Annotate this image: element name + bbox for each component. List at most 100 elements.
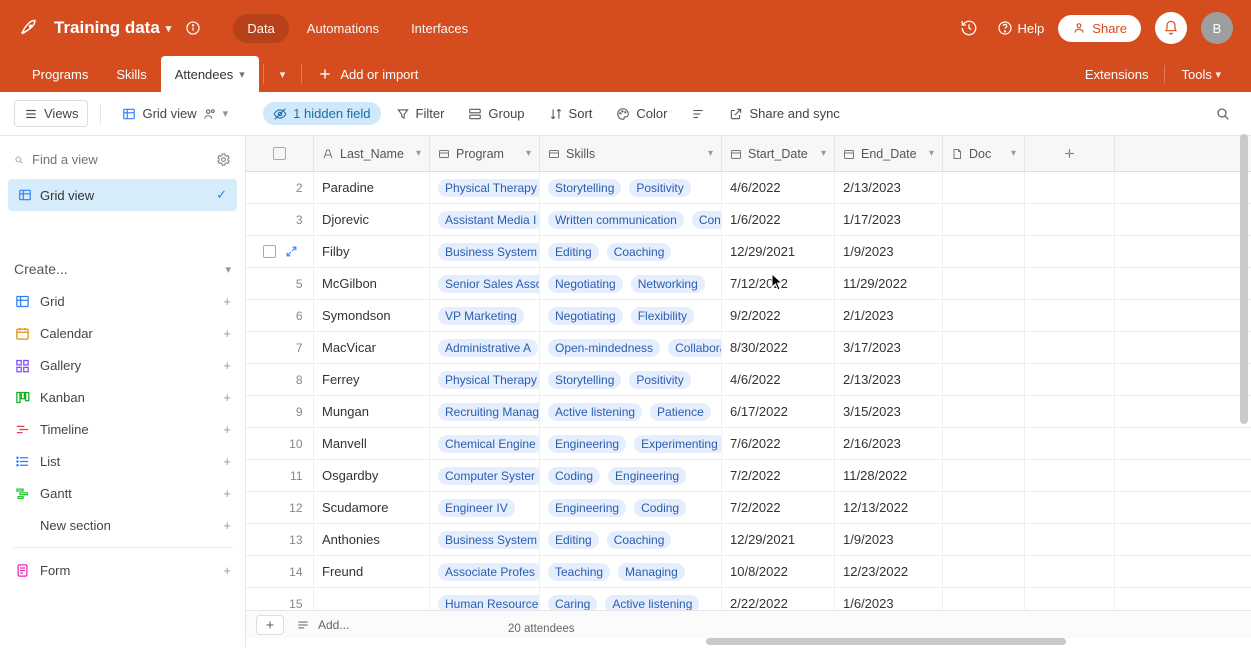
start-date-cell[interactable]: 10/8/2022 (722, 556, 835, 587)
row-number-cell[interactable] (246, 236, 314, 267)
program-cell[interactable]: Business System (430, 236, 540, 267)
end-date-cell[interactable]: 1/6/2023 (835, 588, 943, 610)
add-column-button[interactable] (1025, 136, 1115, 171)
select-all-column[interactable] (246, 136, 314, 171)
start-date-cell[interactable]: 12/29/2021 (722, 236, 835, 267)
history-icon[interactable] (955, 14, 983, 42)
doc-cell[interactable] (943, 396, 1025, 427)
doc-cell[interactable] (943, 492, 1025, 523)
last-name-cell[interactable]: Djorevic (314, 204, 430, 235)
program-cell[interactable]: Human Resource (430, 588, 540, 610)
create-kanban[interactable]: Kanban+ (0, 381, 245, 413)
start-date-cell[interactable]: 7/12/2022 (722, 268, 835, 299)
help-button[interactable]: Help (997, 20, 1045, 36)
row-number-cell[interactable]: 5 (246, 268, 314, 299)
last-name-cell[interactable]: Mungan (314, 396, 430, 427)
skills-cell[interactable]: StorytellingPositivity (540, 172, 722, 203)
create-timeline[interactable]: Timeline+ (0, 413, 245, 445)
start-date-cell[interactable]: 1/6/2022 (722, 204, 835, 235)
program-cell[interactable]: Assistant Media I (430, 204, 540, 235)
row-height-button[interactable] (682, 102, 714, 126)
find-view[interactable] (0, 146, 245, 173)
table-row[interactable]: 15 Human Resource CaringActive listening… (246, 588, 1251, 610)
column-last-name[interactable]: Last_Name▾ (314, 136, 430, 171)
column-start-date[interactable]: Start_Date▾ (722, 136, 835, 171)
add-dropdown-button[interactable]: Add... (296, 618, 349, 632)
table-row[interactable]: 7 MacVicar Administrative A Open-mindedn… (246, 332, 1251, 364)
doc-cell[interactable] (943, 268, 1025, 299)
last-name-cell[interactable]: Osgardby (314, 460, 430, 491)
start-date-cell[interactable]: 6/17/2022 (722, 396, 835, 427)
program-cell[interactable]: Administrative A (430, 332, 540, 363)
expand-icon[interactable] (285, 245, 298, 258)
create-form[interactable]: Form+ (0, 554, 245, 586)
find-view-input[interactable] (32, 152, 208, 167)
create-grid[interactable]: Grid+ (0, 285, 245, 317)
skills-cell[interactable]: NegotiatingNetworking (540, 268, 722, 299)
row-number-cell[interactable]: 10 (246, 428, 314, 459)
last-name-cell[interactable]: Scudamore (314, 492, 430, 523)
hidden-fields-button[interactable]: 1 hidden field (263, 102, 380, 125)
create-gallery[interactable]: Gallery+ (0, 349, 245, 381)
program-cell[interactable]: Physical Therapy (430, 364, 540, 395)
current-view-picker[interactable]: Grid view ▾ (113, 101, 237, 126)
start-date-cell[interactable]: 2/22/2022 (722, 588, 835, 610)
end-date-cell[interactable]: 12/13/2022 (835, 492, 943, 523)
table-tab-programs[interactable]: Programs (18, 56, 102, 92)
create-calendar[interactable]: Calendar+ (0, 317, 245, 349)
doc-cell[interactable] (943, 204, 1025, 235)
doc-cell[interactable] (943, 460, 1025, 491)
row-number-cell[interactable]: 13 (246, 524, 314, 555)
doc-cell[interactable] (943, 524, 1025, 555)
skills-cell[interactable]: StorytellingPositivity (540, 364, 722, 395)
start-date-cell[interactable]: 7/6/2022 (722, 428, 835, 459)
skills-cell[interactable]: EngineeringExperimenting (540, 428, 722, 459)
table-row[interactable]: 11 Osgardby Computer Syster CodingEngine… (246, 460, 1251, 492)
create-section-header[interactable]: Create... ▾ (0, 247, 245, 285)
skills-cell[interactable]: CaringActive listening (540, 588, 722, 610)
tab-data[interactable]: Data (233, 14, 288, 43)
extensions-button[interactable]: Extensions (1073, 56, 1161, 92)
program-cell[interactable]: Senior Sales Asso (430, 268, 540, 299)
search-button[interactable] (1209, 100, 1237, 128)
end-date-cell[interactable]: 2/13/2023 (835, 172, 943, 203)
start-date-cell[interactable]: 9/2/2022 (722, 300, 835, 331)
row-number-cell[interactable]: 7 (246, 332, 314, 363)
create-new-section[interactable]: New section+ (0, 509, 245, 541)
skills-cell[interactable]: EngineeringCoding (540, 492, 722, 523)
end-date-cell[interactable]: 1/9/2023 (835, 524, 943, 555)
skills-cell[interactable]: Open-mindednessCollabora (540, 332, 722, 363)
row-number-cell[interactable]: 12 (246, 492, 314, 523)
horizontal-scrollbar[interactable] (246, 638, 1251, 648)
skills-cell[interactable]: Active listeningPatience (540, 396, 722, 427)
end-date-cell[interactable]: 12/23/2022 (835, 556, 943, 587)
share-sync-button[interactable]: Share and sync (720, 101, 848, 126)
row-number-cell[interactable]: 6 (246, 300, 314, 331)
skills-cell[interactable]: EditingCoaching (540, 236, 722, 267)
end-date-cell[interactable]: 1/17/2023 (835, 204, 943, 235)
table-row[interactable]: 6 Symondson VP Marketing NegotiatingFlex… (246, 300, 1251, 332)
tab-interfaces[interactable]: Interfaces (397, 14, 482, 43)
row-number-cell[interactable]: 14 (246, 556, 314, 587)
doc-cell[interactable] (943, 172, 1025, 203)
tools-button[interactable]: Tools ▾ (1169, 56, 1233, 92)
share-button[interactable]: Share (1058, 15, 1141, 42)
avatar[interactable]: B (1201, 12, 1233, 44)
doc-cell[interactable] (943, 300, 1025, 331)
vertical-scrollbar[interactable] (1240, 130, 1249, 560)
end-date-cell[interactable]: 3/15/2023 (835, 396, 943, 427)
view-item-grid-view[interactable]: Grid view ✓ (8, 179, 237, 211)
base-name[interactable]: Training data ▾ (54, 18, 171, 38)
notifications-button[interactable] (1155, 12, 1187, 44)
group-button[interactable]: Group (459, 101, 533, 126)
end-date-cell[interactable]: 1/9/2023 (835, 236, 943, 267)
last-name-cell[interactable]: Manvell (314, 428, 430, 459)
end-date-cell[interactable]: 11/29/2022 (835, 268, 943, 299)
last-name-cell[interactable]: McGilbon (314, 268, 430, 299)
last-name-cell[interactable]: Freund (314, 556, 430, 587)
grid-body[interactable]: 2 Paradine Physical Therapy Storytelling… (246, 172, 1251, 610)
end-date-cell[interactable]: 11/28/2022 (835, 460, 943, 491)
tab-automations[interactable]: Automations (293, 14, 393, 43)
program-cell[interactable]: Recruiting Manag (430, 396, 540, 427)
skills-cell[interactable]: NegotiatingFlexibility (540, 300, 722, 331)
